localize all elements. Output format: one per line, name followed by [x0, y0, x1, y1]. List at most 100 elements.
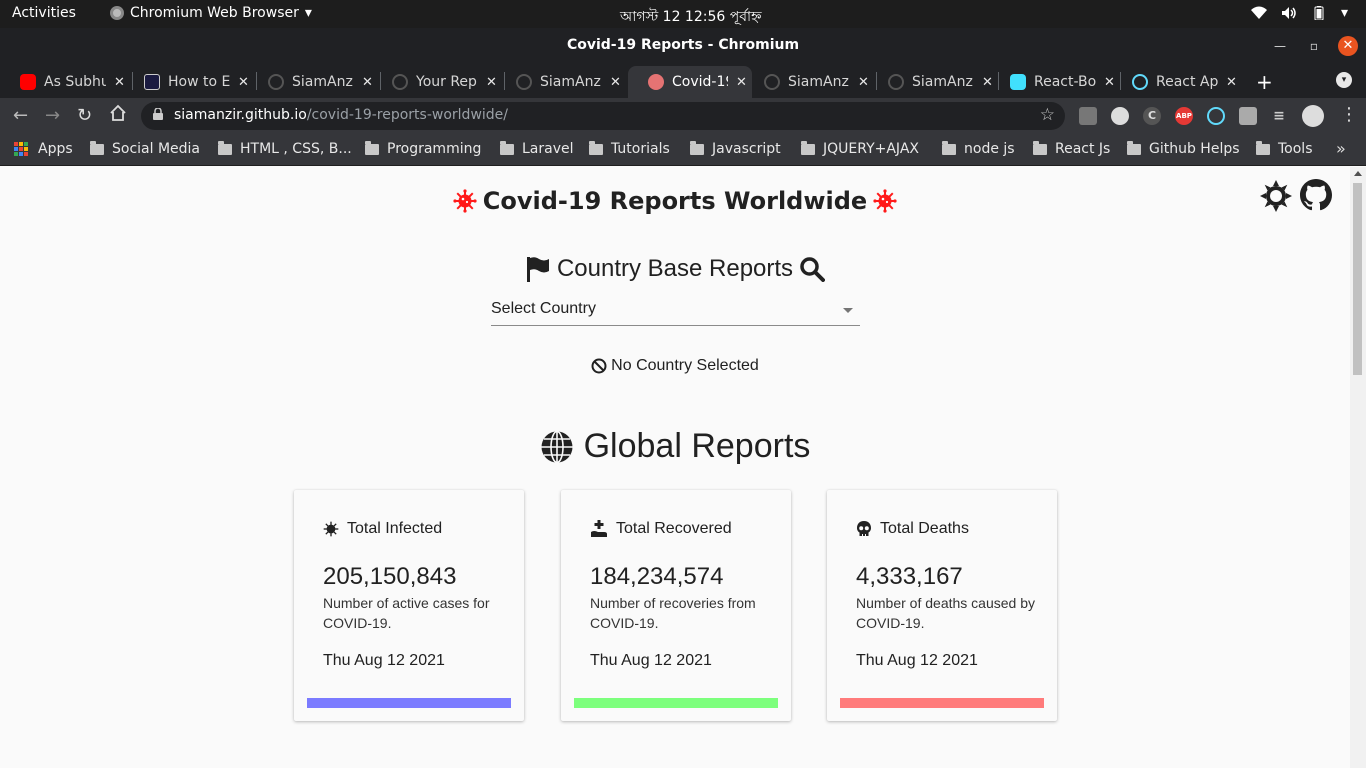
home-button[interactable]	[109, 104, 127, 127]
virus-icon	[323, 521, 339, 537]
url-text: siamanzir.github.io/covid-19-reports-wor…	[174, 107, 508, 123]
maximize-button[interactable]: ▫	[1304, 36, 1324, 56]
card-description: Number of recoveries from COVID-19.	[590, 595, 756, 631]
page-title: Covid-19 Reports Worldwide	[0, 187, 1350, 215]
skull-icon	[857, 521, 871, 536]
total-infected-card: Total Infected 205,150,843 Number of act…	[294, 490, 524, 721]
global-reports-heading: Global Reports	[0, 427, 1350, 466]
tab-separator	[504, 72, 505, 90]
country-select[interactable]: Select Country	[491, 295, 860, 326]
tab[interactable]: React Ap ✕	[1112, 66, 1242, 98]
card-date: Thu Aug 12 2021	[590, 652, 712, 669]
tab[interactable]: How to E ✕	[124, 66, 254, 98]
copy-icon[interactable]	[1079, 107, 1097, 125]
scrollbar-thumb[interactable]	[1353, 183, 1362, 375]
forward-button[interactable]: →	[45, 105, 60, 126]
browser-menu-icon[interactable]: ⋮	[1340, 104, 1358, 125]
bookmark-folder[interactable]: Tools	[1256, 140, 1313, 157]
react-devtools-icon[interactable]	[1207, 107, 1225, 125]
github-icon	[268, 74, 284, 90]
browser-toolbar: ← → ↻ siamanzir.github.io/covid-19-repor…	[0, 98, 1366, 134]
github-icon	[516, 74, 532, 90]
bookmark-folder[interactable]: Social Media	[90, 140, 200, 157]
minimize-button[interactable]: —	[1270, 36, 1290, 56]
profile-icon[interactable]	[1302, 105, 1324, 127]
bookmark-apps[interactable]: Apps	[14, 141, 73, 157]
github-icon	[764, 74, 780, 90]
card-description: Number of deaths caused by COVID-19.	[856, 595, 1035, 631]
system-menu-arrow-icon: ▾	[1340, 5, 1348, 21]
youtube-icon	[20, 74, 36, 90]
bookmark-folder[interactable]: node js	[942, 140, 1015, 157]
address-bar[interactable]: siamanzir.github.io/covid-19-reports-wor…	[141, 102, 1065, 130]
country-base-reports-heading: Country Base Reports	[0, 255, 1350, 283]
tab[interactable]: SiamAnz ✕	[868, 66, 998, 98]
tab-separator	[132, 72, 133, 90]
folder-icon	[90, 140, 104, 155]
reload-button[interactable]: ↻	[77, 105, 92, 126]
country-select-value: Select Country	[491, 300, 596, 317]
more-bookmarks-icon[interactable]: »	[1336, 139, 1346, 158]
volume-icon	[1281, 7, 1296, 19]
css-viewer-icon[interactable]: C	[1143, 107, 1161, 125]
no-country-message: No Country Selected	[0, 357, 1350, 375]
bookmark-folder[interactable]: Laravel	[500, 140, 574, 157]
system-top-bar: Activities Chromium Web Browser ▾ আগস্ট …	[0, 0, 1366, 28]
tab[interactable]: React-Bo ✕	[990, 66, 1120, 98]
theme-toggle-sun-icon[interactable]	[1260, 180, 1292, 212]
bookmark-folder[interactable]: Tutorials	[589, 140, 670, 157]
search-icon	[800, 257, 826, 282]
globe-icon	[541, 430, 573, 463]
puzzle-icon[interactable]	[1239, 107, 1257, 125]
tab[interactable]: SiamAnz ✕	[248, 66, 378, 98]
wifi-icon	[1250, 6, 1267, 19]
tab-separator	[256, 72, 257, 90]
tab[interactable]: SiamAnz ✕	[744, 66, 874, 98]
page-content: Covid-19 Reports Worldwide Country Base …	[0, 167, 1350, 768]
tab[interactable]: As Subhu ✕	[0, 66, 130, 98]
card-heading: Total Recovered	[590, 520, 732, 538]
tab-search-icon[interactable]: ▾	[1336, 72, 1352, 88]
folder-icon	[500, 140, 514, 155]
total-deaths-card: Total Deaths 4,333,167 Number of deaths …	[827, 490, 1057, 721]
battery-icon	[1314, 6, 1324, 20]
card-color-bar	[574, 698, 778, 708]
angular-icon	[144, 74, 160, 90]
scroll-up-arrow-icon[interactable]	[1354, 171, 1362, 176]
country-heading-text: Country Base Reports	[556, 255, 794, 282]
card-color-bar	[307, 698, 511, 708]
close-tab-icon[interactable]: ✕	[1226, 75, 1237, 90]
card-value: 205,150,843	[323, 563, 457, 590]
tab[interactable]: SiamAnz ✕	[496, 66, 626, 98]
back-button[interactable]: ←	[13, 105, 28, 126]
chevron-down-icon: ▾	[304, 5, 312, 21]
page-scrollbar[interactable]	[1350, 167, 1366, 768]
tab-active[interactable]: Covid-19 ✕	[628, 66, 752, 98]
recovered-icon	[591, 520, 607, 537]
system-tray[interactable]: ▾	[1250, 5, 1348, 21]
bookmark-folder[interactable]: JQUERY+AJAX	[801, 140, 919, 157]
folder-icon	[801, 140, 815, 155]
app-menu[interactable]: Chromium Web Browser ▾	[110, 5, 312, 21]
close-window-button[interactable]: ✕	[1338, 36, 1358, 56]
bookmark-folder[interactable]: Javascript	[690, 140, 781, 157]
tab[interactable]: Your Rep ✕	[372, 66, 502, 98]
github-icon[interactable]	[1300, 179, 1332, 211]
adblock-plus-icon[interactable]: ABP	[1175, 107, 1193, 125]
dark-reader-icon[interactable]	[1111, 107, 1129, 125]
total-recovered-card: Total Recovered 184,234,574 Number of re…	[561, 490, 791, 721]
reading-list-icon[interactable]: ≡	[1270, 107, 1288, 125]
bookmark-folder[interactable]: Programming	[365, 140, 481, 157]
bookmark-star-icon[interactable]: ☆	[1040, 105, 1055, 125]
clock[interactable]: আগস্ট 12 12:56 পূর্বাহ্ন	[620, 5, 762, 29]
folder-icon	[589, 140, 603, 155]
tab-separator	[380, 72, 381, 90]
bookmark-folder[interactable]: Github Helps	[1127, 140, 1240, 157]
bookmark-folder[interactable]: HTML , CSS, B...	[218, 140, 352, 157]
folder-icon	[1033, 140, 1047, 155]
activities-button[interactable]: Activities	[12, 5, 76, 21]
close-tab-icon[interactable]: ✕	[610, 75, 621, 90]
new-tab-button[interactable]: +	[1256, 70, 1273, 94]
bookmark-folder[interactable]: React Js	[1033, 140, 1110, 157]
react-icon	[1132, 74, 1148, 90]
